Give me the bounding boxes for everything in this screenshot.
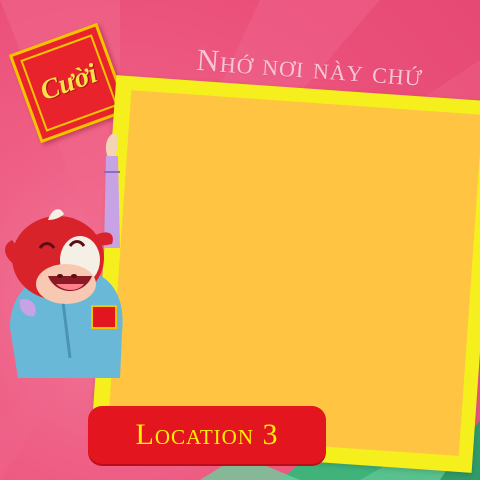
cow-mascot-icon (5, 134, 123, 378)
photo-frame-screen: Nhớ nơi này chứ Cười Location 3 (0, 0, 480, 480)
location-label: Location 3 (135, 418, 279, 451)
location-banner: Location 3 (88, 406, 326, 464)
badge-text: Cười (36, 58, 102, 108)
photo-area (107, 90, 480, 456)
cuoi-badge-icon: Cười (20, 34, 118, 132)
